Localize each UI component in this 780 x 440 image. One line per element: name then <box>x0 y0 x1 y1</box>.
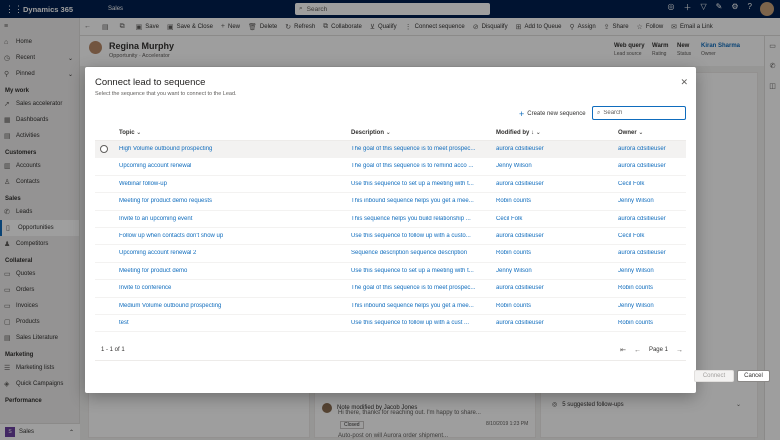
sort-down-icon: ↓ <box>531 130 535 136</box>
column-header-modified-by[interactable]: Modified by ↓ ⌄ <box>496 129 611 136</box>
cell-description[interactable]: This inbound sequence helps you get a me… <box>351 198 491 204</box>
chevron-down-icon: ⌄ <box>385 130 391 136</box>
cell-owner[interactable]: aurora cdsitieuser <box>618 250 686 256</box>
cell-topic[interactable]: Invite to conference <box>119 285 345 291</box>
create-new-sequence-label: Create new sequence <box>527 111 586 117</box>
cell-owner[interactable]: aurora cdsitieuser <box>618 146 686 152</box>
cell-topic[interactable]: test <box>119 320 345 326</box>
chevron-down-icon: ⌄ <box>535 130 541 136</box>
table-row[interactable]: Upcoming account renewal 2 Sequence descr… <box>95 245 686 263</box>
cell-owner[interactable]: Cecil Folk <box>618 181 686 187</box>
page-number: Page 1 <box>648 347 668 353</box>
cell-topic[interactable]: Follow up when contacts don't show up <box>119 233 345 239</box>
table-row[interactable]: Invite to an upcoming event This sequence… <box>95 211 686 228</box>
sequence-search-input[interactable] <box>603 110 679 116</box>
cell-topic[interactable]: High Volume outbound prospecting <box>119 146 345 152</box>
pager: ⇤ ← Page 1 → <box>620 346 683 355</box>
close-icon[interactable]: ✕ <box>680 77 688 88</box>
cell-modified-by[interactable]: Robin counts <box>496 303 611 309</box>
cell-description[interactable]: Use this sequence to set up a meeting wi… <box>351 268 491 274</box>
chevron-down-icon: ⌄ <box>136 130 142 136</box>
cell-modified-by[interactable]: Jenny Wilson <box>496 268 611 274</box>
table-row[interactable]: Webinar follow-up Use this sequence to se… <box>95 176 686 194</box>
cell-modified-by[interactable]: aurora cdsitieuser <box>496 320 611 326</box>
cell-modified-by[interactable]: aurora cdsitieuser <box>496 181 611 187</box>
create-new-sequence-button[interactable]: + Create new sequence <box>519 109 586 119</box>
cell-modified-by[interactable]: aurora cdsitieuser <box>496 146 611 152</box>
grid-header: Topic ⌄ Description ⌄ Modified by ↓ ⌄ Ow… <box>95 124 686 141</box>
cell-topic[interactable]: Webinar follow-up <box>119 181 345 187</box>
cell-description[interactable]: This inbound sequence helps you get a me… <box>351 303 491 309</box>
previous-page-icon[interactable]: ← <box>634 347 641 354</box>
cell-description[interactable]: The goal of this sequence is to meet pro… <box>351 146 491 152</box>
cell-owner[interactable]: Robin counts <box>618 285 686 291</box>
cell-owner[interactable]: Jenny Wilson <box>618 268 686 274</box>
cell-modified-by[interactable]: Robin counts <box>496 198 611 204</box>
cell-owner[interactable]: Cecil Folk <box>618 233 686 239</box>
table-row[interactable]: Meeting for product demo requests This in… <box>95 193 686 211</box>
column-header-description[interactable]: Description ⌄ <box>351 129 491 136</box>
search-icon: ⌕ <box>597 109 601 116</box>
cell-modified-by[interactable]: Cecil Folk <box>496 216 611 222</box>
column-header-owner[interactable]: Owner ⌄ <box>618 129 686 136</box>
cell-description[interactable]: The goal of this sequence is to meet pro… <box>351 285 491 291</box>
cell-description[interactable]: The goal of this sequence is to remind a… <box>351 163 491 169</box>
column-label: Owner <box>618 130 637 136</box>
cell-modified-by[interactable]: aurora cdsitieuser <box>496 233 611 239</box>
dialog-divider <box>95 360 686 361</box>
column-label: Topic <box>119 130 135 136</box>
cell-topic[interactable]: Invite to an upcoming event <box>119 216 345 222</box>
sequence-grid: Topic ⌄ Description ⌄ Modified by ↓ ⌄ Ow… <box>95 124 686 333</box>
cell-owner[interactable]: Robin counts <box>618 320 686 326</box>
dialog-subtitle: Select the sequence that you want to con… <box>95 91 237 97</box>
column-label: Modified by <box>496 130 530 136</box>
cell-topic[interactable]: Upcoming account renewal 2 <box>119 250 345 256</box>
cell-description[interactable]: Use this sequence to set up a meeting wi… <box>351 181 491 187</box>
cell-owner[interactable]: aurora cdsitieuser <box>618 163 686 169</box>
row-radio[interactable] <box>100 145 108 153</box>
cell-topic[interactable]: Medium Volume outbound prospecting <box>119 303 345 309</box>
table-row[interactable]: Upcoming account renewal The goal of this… <box>95 158 686 176</box>
cell-modified-by[interactable]: Robin counts <box>496 250 611 256</box>
dialog-title: Connect lead to sequence <box>95 77 206 88</box>
record-count: 1 - 1 of 1 <box>101 347 125 353</box>
column-label: Description <box>351 130 385 136</box>
connect-sequence-dialog: Connect lead to sequence Select the sequ… <box>85 67 770 393</box>
column-header-topic[interactable]: Topic ⌄ <box>119 129 345 136</box>
cell-modified-by[interactable]: Jenny Wilson <box>496 163 611 169</box>
connect-button[interactable]: Connect <box>694 370 734 382</box>
cell-description[interactable]: Use this sequence to follow up with a cu… <box>351 320 491 326</box>
chevron-down-icon: ⌄ <box>638 130 644 136</box>
table-row[interactable]: High Volume outbound prospecting The goal… <box>95 141 686 159</box>
cell-modified-by[interactable]: aurora cdsitieuser <box>496 285 611 291</box>
table-row[interactable]: Invite to conference The goal of this seq… <box>95 280 686 298</box>
first-page-icon[interactable]: ⇤ <box>620 346 626 354</box>
cell-topic[interactable]: Meeting for product demo requests <box>119 198 345 204</box>
cell-description[interactable]: This sequence helps you build relationsh… <box>351 216 491 222</box>
table-row[interactable]: Meeting for product demo Use this sequenc… <box>95 263 686 281</box>
plus-icon: + <box>519 109 525 119</box>
table-row[interactable]: Follow up when contacts don't show up Use… <box>95 228 686 246</box>
cell-description[interactable]: Sequence description sequence descriptio… <box>351 250 491 256</box>
cell-owner[interactable]: Jenny Wilson <box>618 303 686 309</box>
cell-topic[interactable]: Upcoming account renewal <box>119 163 345 169</box>
cancel-button[interactable]: Cancel <box>737 370 770 382</box>
table-row[interactable]: test Use this sequence to follow up with … <box>95 315 686 333</box>
cell-topic[interactable]: Meeting for product demo <box>119 268 345 274</box>
table-row[interactable]: Medium Volume outbound prospecting This i… <box>95 298 686 315</box>
next-page-icon[interactable]: → <box>676 347 683 354</box>
cell-description[interactable]: Use this sequence to follow up with a cu… <box>351 233 491 239</box>
sequence-search[interactable]: ⌕ <box>592 106 686 120</box>
cell-owner[interactable]: Jenny Wilson <box>618 198 686 204</box>
cell-owner[interactable]: aurora cdsitieuser <box>618 216 686 222</box>
